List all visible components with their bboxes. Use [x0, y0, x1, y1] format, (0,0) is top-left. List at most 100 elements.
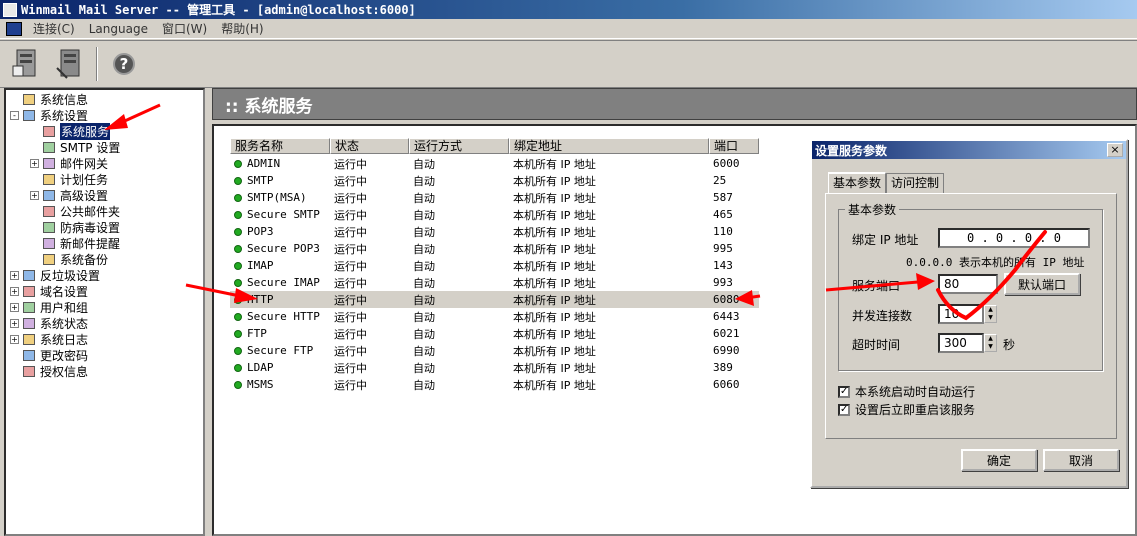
tree-item[interactable]: 系统信息	[6, 91, 203, 107]
password-icon	[22, 348, 36, 362]
bind-ip-field[interactable]: 0 . 0 . 0 . 0	[938, 228, 1090, 248]
panel-header: :: 系统服务	[212, 88, 1137, 120]
table-row[interactable]: FTP 运行中 自动 本机所有 IP 地址 6021	[230, 325, 759, 342]
cancel-button[interactable]: 取消	[1043, 449, 1119, 471]
cell-text: 自动	[413, 157, 435, 171]
table-row[interactable]: ADMIN 运行中 自动 本机所有 IP 地址 6000	[230, 155, 759, 172]
tree-item[interactable]: 计划任务	[6, 171, 203, 187]
cell-text: 运行中	[334, 344, 367, 358]
tree-item[interactable]: + 用户和组	[6, 299, 203, 315]
tree-item[interactable]: - 系统设置	[6, 107, 203, 123]
services-rows: ADMIN 运行中 自动 本机所有 IP 地址 6000 SMTP 运行中 自动 本机所有 IP…	[230, 155, 759, 393]
bind-ip-hint: 0.0.0.0 表示本机的所有 IP 地址	[906, 256, 1085, 269]
expand-toggle-icon[interactable]: +	[10, 318, 19, 328]
tree-item[interactable]: + 反垃圾设置	[6, 267, 203, 283]
table-row[interactable]: LDAP 运行中 自动 本机所有 IP 地址 389	[230, 359, 759, 376]
run-mode-cell: 自动	[409, 275, 509, 291]
tree-item[interactable]: 防病毒设置	[6, 219, 203, 235]
help-button[interactable]: ?	[106, 46, 142, 82]
expand-toggle-icon[interactable]: +	[30, 158, 39, 168]
cell-text: Secure POP3	[247, 242, 320, 255]
tree-item-label: 系统服务	[60, 122, 111, 140]
expand-toggle-icon[interactable]: +	[10, 334, 19, 344]
table-row[interactable]: Secure SMTP 运行中 自动 本机所有 IP 地址 465	[230, 206, 759, 223]
col-run-mode[interactable]: 运行方式	[409, 138, 509, 154]
tree-item[interactable]: + 域名设置	[6, 283, 203, 299]
tree-icon-shape	[23, 109, 35, 121]
table-row[interactable]: HTTP 运行中 自动 本机所有 IP 地址 6080	[230, 291, 759, 308]
collapse-toggle-icon[interactable]: -	[10, 110, 19, 120]
restart-checkbox[interactable]: ✓ 设置后立即重启该服务	[838, 401, 975, 418]
help-icon: ?	[113, 53, 135, 75]
tree-item[interactable]: + 系统日志	[6, 331, 203, 347]
disconnect-button[interactable]	[52, 46, 88, 82]
port-field[interactable]: 80	[938, 274, 998, 294]
cell-text: SMTP	[247, 174, 274, 187]
cell-text: 运行中	[334, 242, 367, 256]
cell-text: 运行中	[334, 276, 367, 290]
tree-item[interactable]: 系统备份	[6, 251, 203, 267]
splitter[interactable]	[205, 88, 210, 536]
port-cell: 6021	[709, 327, 759, 340]
table-row[interactable]: SMTP(MSA) 运行中 自动 本机所有 IP 地址 587	[230, 189, 759, 206]
cell-text: IMAP	[247, 259, 274, 272]
table-row[interactable]: MSMS 运行中 自动 本机所有 IP 地址 6060	[230, 376, 759, 393]
expand-toggle-icon[interactable]: +	[10, 302, 19, 312]
restart-check-mark: ✓	[838, 403, 850, 416]
expand-toggle-icon[interactable]: +	[10, 270, 19, 280]
tree-item[interactable]: 授权信息	[6, 363, 203, 379]
col-port[interactable]: 端口	[709, 138, 759, 154]
cell-text: 本机所有 IP 地址	[513, 259, 596, 273]
tab-basic-params[interactable]: 基本参数	[828, 172, 887, 193]
tree-item[interactable]: + 系统状态	[6, 315, 203, 331]
cell-text: 6000	[713, 157, 740, 170]
tree-item[interactable]: 新邮件提醒	[6, 235, 203, 251]
col-service-name[interactable]: 服务名称	[230, 138, 330, 154]
cell-text: 本机所有 IP 地址	[513, 225, 596, 239]
port-cell: 6080	[709, 293, 759, 306]
cell-text: 本机所有 IP 地址	[513, 327, 596, 341]
cell-text: MSMS	[247, 378, 274, 391]
menu-connect[interactable]: 连接(C)	[26, 20, 82, 37]
table-row[interactable]: POP3 运行中 自动 本机所有 IP 地址 110	[230, 223, 759, 240]
table-row[interactable]: Secure FTP 运行中 自动 本机所有 IP 地址 6990	[230, 342, 759, 359]
table-row[interactable]: Secure IMAP 运行中 自动 本机所有 IP 地址 993	[230, 274, 759, 291]
menu-help[interactable]: 帮助(H)	[214, 20, 270, 37]
menu-window[interactable]: 窗口(W)	[155, 20, 214, 37]
tree-icon-shape	[23, 93, 35, 105]
cell-text: 自动	[413, 208, 435, 222]
tree-item[interactable]: 公共邮件夹	[6, 203, 203, 219]
table-row[interactable]: Secure HTTP 运行中 自动 本机所有 IP 地址 6443	[230, 308, 759, 325]
timeout-field[interactable]: 300	[938, 333, 984, 353]
dialog-close-icon[interactable]: ×	[1107, 143, 1123, 157]
table-row[interactable]: Secure POP3 运行中 自动 本机所有 IP 地址 995	[230, 240, 759, 257]
expand-toggle-icon[interactable]: +	[10, 286, 19, 296]
auto-start-checkbox[interactable]: ✓ 本系统启动时自动运行	[838, 383, 975, 400]
running-status-icon	[234, 244, 242, 253]
col-bind-address[interactable]: 绑定地址	[509, 138, 709, 154]
table-row[interactable]: SMTP 运行中 自动 本机所有 IP 地址 25	[230, 172, 759, 189]
tree-item[interactable]: SMTP 设置	[6, 139, 203, 155]
cell-text: 995	[713, 242, 733, 255]
bind-address-cell: 本机所有 IP 地址	[509, 207, 709, 223]
tree-item[interactable]: 系统服务	[6, 122, 203, 140]
ok-button[interactable]: 确定	[961, 449, 1037, 471]
tab-access-control[interactable]: 访问控制	[886, 173, 945, 193]
col-status[interactable]: 状态	[330, 138, 409, 154]
tree-item[interactable]: + 高级设置	[6, 187, 203, 203]
timeout-spinner[interactable]: ▲ ▼	[984, 334, 997, 352]
bind-address-cell: 本机所有 IP 地址	[509, 173, 709, 189]
menu-language[interactable]: Language	[82, 22, 155, 36]
default-port-button[interactable]: 默认端口	[1004, 273, 1080, 295]
cell-text: 自动	[413, 361, 435, 375]
connect-button[interactable]	[8, 46, 44, 82]
tree-item[interactable]: + 邮件网关	[6, 155, 203, 171]
tree-item[interactable]: 更改密码	[6, 347, 203, 363]
concurrent-field[interactable]: 10	[938, 304, 984, 324]
expand-toggle-icon[interactable]: +	[30, 190, 39, 200]
tree-item-label: 防病毒设置	[60, 220, 121, 235]
table-row[interactable]: IMAP 运行中 自动 本机所有 IP 地址 143	[230, 257, 759, 274]
tab-page-basic: 基本参数 绑定 IP 地址 0 . 0 . 0 . 0 0.0.0.0 表示本机…	[825, 193, 1117, 439]
concurrent-spinner[interactable]: ▲ ▼	[984, 305, 997, 323]
tree-item-label: 邮件网关	[60, 156, 109, 171]
